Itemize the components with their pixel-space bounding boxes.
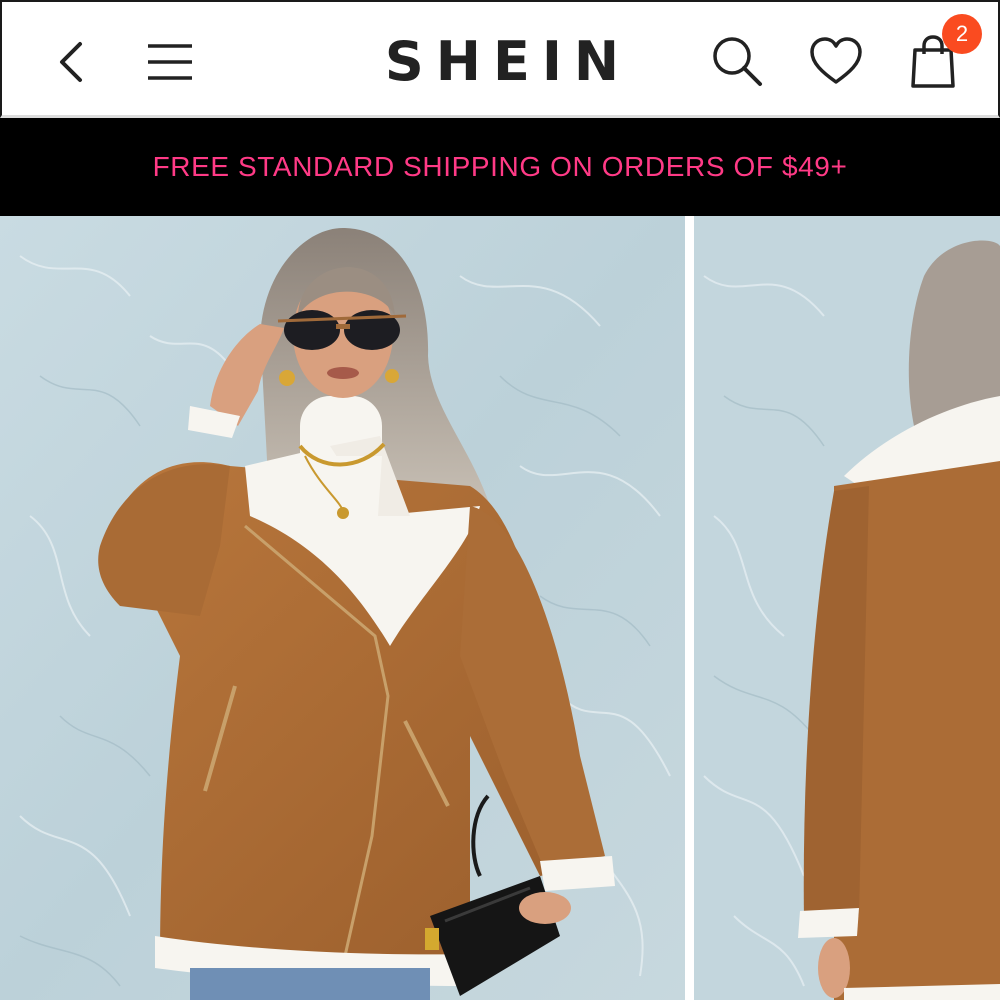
wishlist-button[interactable] <box>808 36 864 88</box>
promo-banner[interactable]: FREE STANDARD SHIPPING ON ORDERS OF $49+ <box>0 118 1000 216</box>
hamburger-menu-icon <box>148 44 192 80</box>
top-nav-bar: SHEIN 2 <box>0 0 1000 118</box>
chevron-left-icon <box>60 42 82 82</box>
product-photo-back-image <box>694 216 1000 1000</box>
heart-icon <box>810 37 862 84</box>
search-icon <box>713 37 762 86</box>
product-image-gallery[interactable] <box>0 216 1000 1000</box>
back-button[interactable] <box>54 38 94 86</box>
promo-banner-text: FREE STANDARD SHIPPING ON ORDERS OF $49+ <box>152 151 848 182</box>
search-button[interactable] <box>710 34 766 90</box>
menu-button[interactable] <box>144 38 198 86</box>
product-photo-front[interactable] <box>0 216 685 1000</box>
brand-logo[interactable]: SHEIN <box>302 32 702 92</box>
cart-count-badge: 2 <box>942 14 982 54</box>
product-photo-back[interactable] <box>694 216 1000 1000</box>
product-photo-front-image <box>0 216 685 1000</box>
